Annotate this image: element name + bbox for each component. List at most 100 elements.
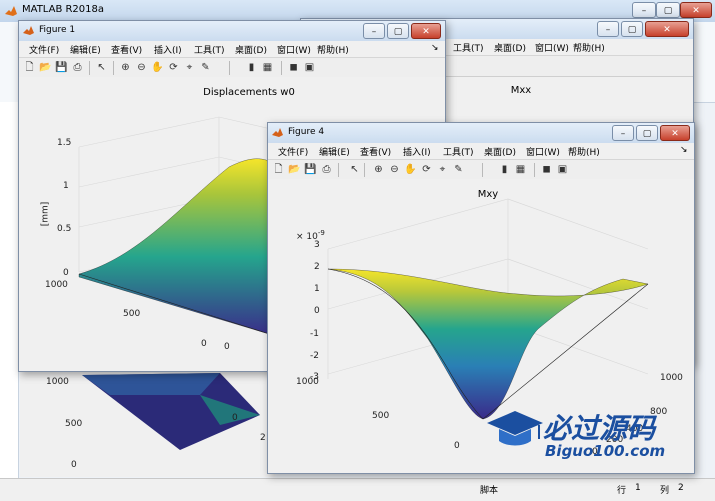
menu-bar: 文件(F) 编辑(E) 查看(V) 插入(I) 工具(T) 桌面(D) 窗口(W… — [268, 143, 694, 160]
close-button[interactable]: ✕ — [411, 23, 441, 39]
tick-label: 2 — [260, 433, 266, 443]
menu-desktop[interactable]: 桌面(D) — [235, 43, 267, 56]
minimize-button[interactable]: – — [612, 125, 634, 141]
data-cursor-icon[interactable]: ⌖ — [436, 163, 449, 176]
status-col-label: 列 — [660, 486, 670, 496]
z-tick: 1.5 — [57, 138, 72, 148]
tick-label: 0 — [71, 460, 77, 470]
figure-title-bar: Figure 1 – ▢ ✕ — [19, 21, 445, 41]
x-tick: 1000 — [45, 280, 68, 290]
z-axis-label: [mm] — [40, 201, 51, 227]
menu-help[interactable]: 帮助(H) — [317, 43, 349, 56]
edit-plot-icon[interactable]: ↖ — [348, 163, 361, 176]
toolbar: 🗋 📂 💾 ⎙ ↖ ⊕ ⊖ ✋ ⟳ ⌖ ✎ ▮ ▦ ◼ ▣ — [19, 58, 445, 79]
edit-plot-icon[interactable]: ↖ — [95, 61, 108, 74]
close-button[interactable]: ✕ — [645, 21, 689, 37]
menu-window[interactable]: 窗口(W) — [526, 145, 560, 158]
minimize-button[interactable]: – — [632, 2, 656, 18]
z-tick: 0.5 — [57, 224, 72, 234]
colorbar-icon[interactable]: ▦ — [514, 163, 527, 176]
menu-edit[interactable]: 编辑(E) — [70, 43, 101, 56]
save-icon[interactable]: 💾 — [304, 163, 317, 176]
menu-bar: 文件(F) 编辑(E) 查看(V) 插入(I) 工具(T) 桌面(D) 窗口(W… — [19, 41, 445, 58]
print-icon[interactable]: ⎙ — [71, 61, 84, 74]
pan-icon[interactable]: ✋ — [151, 61, 164, 74]
tick-label: 500 — [65, 419, 83, 429]
rotate-3d-icon[interactable]: ⟳ — [167, 61, 180, 74]
new-figure-icon[interactable]: 🗋 — [272, 163, 285, 176]
zoom-out-icon[interactable]: ⊖ — [135, 61, 148, 74]
open-file-icon[interactable]: 📂 — [288, 163, 301, 176]
menu-file[interactable]: 文件(F) — [278, 145, 308, 158]
colorbar-icon[interactable]: ▦ — [261, 61, 274, 74]
brush-icon[interactable]: ✎ — [452, 163, 465, 176]
show-plot-tools-icon[interactable]: ▣ — [303, 61, 316, 74]
maximize-button[interactable]: ▢ — [621, 21, 643, 37]
toolbar: 🗋 📂 💾 ⎙ ↖ ⊕ ⊖ ✋ ⟳ ⌖ ✎ ▮ ▦ ◼ ▣ — [268, 160, 694, 181]
maximize-button[interactable]: ▢ — [636, 125, 658, 141]
menu-desktop[interactable]: 桌面(D) — [494, 41, 526, 54]
tick-label: 0 — [232, 413, 238, 423]
zoom-in-icon[interactable]: ⊕ — [372, 163, 385, 176]
link-plot-icon[interactable]: ▮ — [245, 61, 258, 74]
menu-insert[interactable]: 插入(I) — [403, 145, 431, 158]
plot-title: Mxx — [510, 85, 532, 96]
exponent-label: × 10-9 — [296, 229, 325, 242]
menu-help[interactable]: 帮助(H) — [573, 41, 605, 54]
rotate-3d-icon[interactable]: ⟳ — [420, 163, 433, 176]
menu-dock-icon[interactable]: ↘ — [431, 43, 439, 53]
hide-plot-tools-icon[interactable]: ◼ — [287, 61, 300, 74]
menu-window[interactable]: 窗口(W) — [535, 41, 569, 54]
print-icon[interactable]: ⎙ — [320, 163, 333, 176]
plot-title: Mxy — [477, 189, 499, 200]
z-tick: -2 — [310, 351, 319, 361]
y-tick: 1000 — [660, 373, 683, 383]
watermark: 必过源码 Biguo100.com — [485, 405, 685, 465]
matlab-figure-icon — [272, 128, 283, 137]
menu-tools[interactable]: 工具(T) — [194, 43, 225, 56]
x-tick: 500 — [372, 411, 390, 421]
close-button[interactable]: ✕ — [680, 2, 712, 18]
menu-file[interactable]: 文件(F) — [29, 43, 59, 56]
figure-title-bar: Figure 4 – ▢ ✕ — [268, 123, 694, 143]
x-tick: 1000 — [296, 377, 319, 387]
menu-desktop[interactable]: 桌面(D) — [484, 145, 516, 158]
z-tick: 2 — [314, 262, 320, 272]
figure-title: Figure 1 — [39, 25, 76, 35]
z-tick: -1 — [310, 329, 319, 339]
menu-edit[interactable]: 编辑(E) — [319, 145, 350, 158]
menu-view[interactable]: 查看(V) — [111, 43, 142, 56]
menu-insert[interactable]: 插入(I) — [154, 43, 182, 56]
save-icon[interactable]: 💾 — [55, 61, 68, 74]
menu-tools[interactable]: 工具(T) — [453, 41, 484, 54]
open-file-icon[interactable]: 📂 — [39, 61, 52, 74]
pan-icon[interactable]: ✋ — [404, 163, 417, 176]
maximize-button[interactable]: ▢ — [656, 2, 680, 18]
menu-dock-icon[interactable]: ↘ — [680, 145, 688, 155]
show-plot-tools-icon[interactable]: ▣ — [556, 163, 569, 176]
brush-icon[interactable]: ✎ — [199, 61, 212, 74]
menu-help[interactable]: 帮助(H) — [568, 145, 600, 158]
status-row-label: 行 — [617, 486, 627, 496]
plot-title: Displacements w0 — [203, 87, 295, 98]
close-button[interactable]: ✕ — [660, 125, 690, 141]
zoom-in-icon[interactable]: ⊕ — [119, 61, 132, 74]
zoom-out-icon[interactable]: ⊖ — [388, 163, 401, 176]
matlab-figure-icon — [23, 26, 34, 35]
minimize-button[interactable]: – — [597, 21, 619, 37]
menu-view[interactable]: 查看(V) — [360, 145, 391, 158]
z-tick: 1 — [63, 181, 69, 191]
data-cursor-icon[interactable]: ⌖ — [183, 61, 196, 74]
watermark-chinese: 必过源码 — [543, 412, 656, 445]
menu-tools[interactable]: 工具(T) — [443, 145, 474, 158]
link-plot-icon[interactable]: ▮ — [498, 163, 511, 176]
minimize-button[interactable]: – — [363, 23, 385, 39]
status-script: 脚本 — [480, 486, 499, 496]
menu-window[interactable]: 窗口(W) — [277, 43, 311, 56]
maximize-button[interactable]: ▢ — [387, 23, 409, 39]
hide-plot-tools-icon[interactable]: ◼ — [540, 163, 553, 176]
figure-title: Figure 4 — [288, 127, 325, 137]
status-col-value: 2 — [678, 483, 684, 493]
watermark-url: Biguo100.com — [545, 442, 666, 460]
new-figure-icon[interactable]: 🗋 — [23, 61, 36, 74]
